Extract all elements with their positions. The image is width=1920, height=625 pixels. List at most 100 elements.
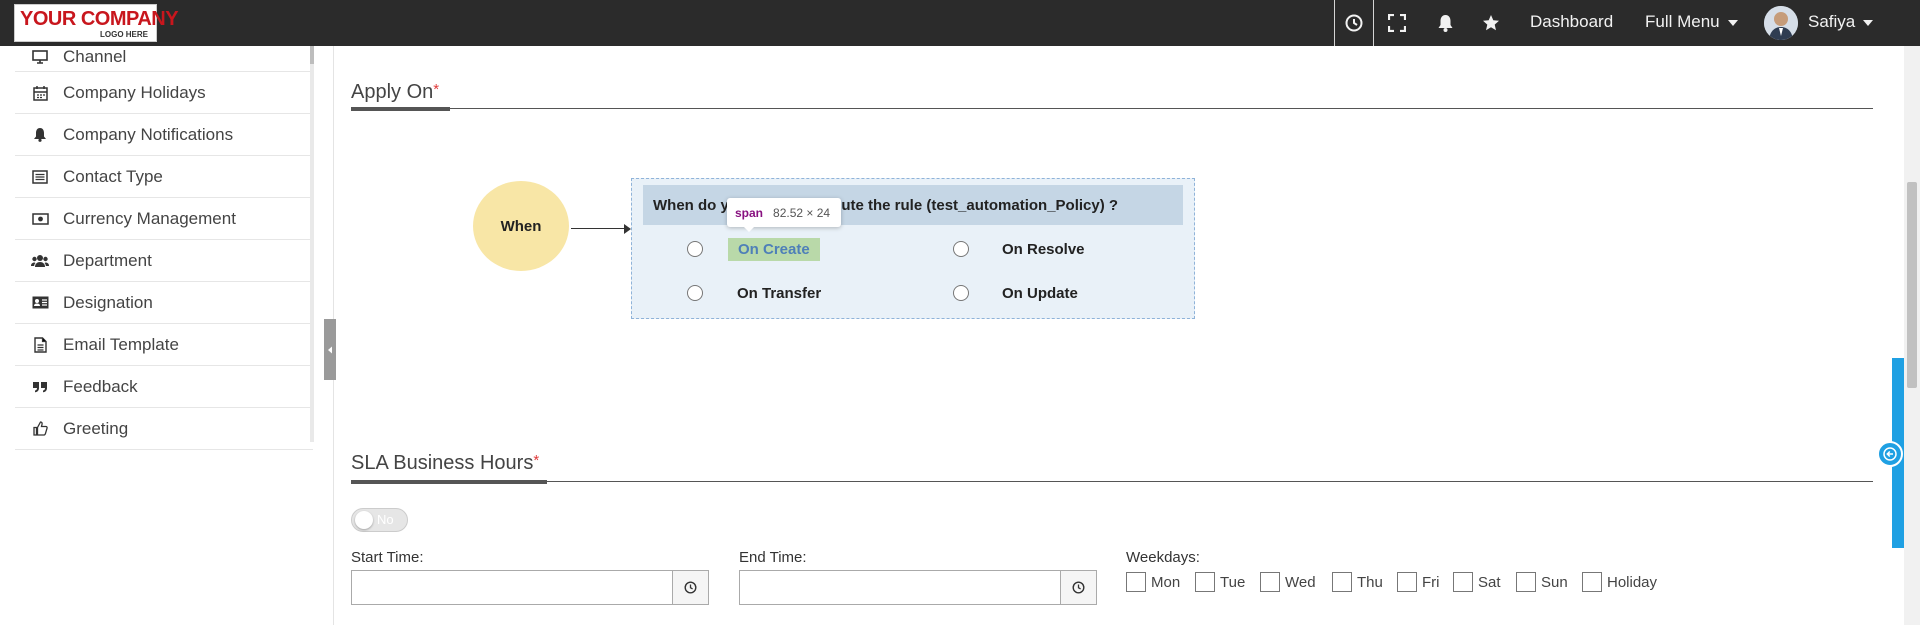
sidebar-item-label: Company Holidays (63, 82, 206, 102)
monitor-icon (31, 48, 49, 66)
sidebar-menu: Channel Company Holidays Company Notific… (15, 42, 313, 450)
sla-toggle[interactable]: No (351, 508, 408, 532)
sidebar-item-contact-type[interactable]: Contact Type (15, 156, 313, 198)
money-icon (31, 210, 49, 228)
chevron-down-icon (1863, 19, 1874, 26)
sidebar-item-label: Greeting (63, 418, 129, 438)
star-icon[interactable] (1480, 12, 1502, 34)
section-title-underline (351, 107, 450, 111)
page-scrollbar-thumb[interactable] (1907, 182, 1917, 388)
apply-on-title-text: Apply On (351, 81, 434, 103)
sidebar-item-designation[interactable]: Designation (15, 282, 313, 324)
rule-question: When do you want to execute the rule (te… (653, 196, 1119, 214)
flow-arrow (571, 228, 628, 229)
navbar-separator (1334, 0, 1335, 46)
navbar-separator (1373, 0, 1374, 46)
end-time-input[interactable] (739, 570, 1061, 605)
checkbox[interactable] (1126, 572, 1146, 592)
option-on-transfer[interactable]: On Transfer (737, 285, 821, 302)
thumbs-up-icon (31, 420, 49, 438)
logo-subtext: LOGO HERE (99, 30, 148, 39)
option-on-update[interactable]: On Update (1002, 285, 1078, 302)
sidebar-item-channel[interactable]: Channel (15, 42, 313, 72)
radio-on-create[interactable] (687, 241, 703, 257)
weekday-mon-checkbox[interactable]: Mon (1126, 572, 1180, 592)
full-menu-dropdown[interactable]: Full Menu (1645, 12, 1738, 32)
weekday-label: Fri (1422, 573, 1440, 591)
rule-question-header: When do you want to execute the rule (te… (643, 185, 1183, 225)
sidebar: Channel Company Holidays Company Notific… (0, 46, 334, 625)
toggle-knob (355, 511, 373, 529)
sidebar-item-label: Currency Management (63, 208, 236, 228)
sidebar-scrollbar[interactable] (310, 46, 314, 442)
sidebar-item-currency-management[interactable]: Currency Management (15, 198, 313, 240)
side-panel-toggle-button[interactable] (1877, 441, 1903, 467)
weekdays-label: Weekdays: (1126, 549, 1200, 566)
sidebar-scrollbar-thumb[interactable] (310, 46, 314, 64)
weekday-sat-checkbox[interactable]: Sat (1453, 572, 1501, 592)
sla-title-text: SLA Business Hours (351, 452, 534, 474)
logo-text: YOUR COMPANY (20, 8, 179, 30)
id-card-icon (31, 294, 49, 312)
avatar[interactable] (1764, 6, 1798, 40)
sidebar-item-email-template[interactable]: Email Template (15, 324, 313, 366)
tooltip-size: 82.52 × 24 (773, 205, 831, 220)
required-mark: * (433, 81, 440, 98)
fullscreen-icon[interactable] (1386, 12, 1408, 34)
bell-icon[interactable] (1434, 12, 1456, 34)
radio-on-transfer[interactable] (687, 285, 703, 301)
sidebar-item-label: Channel (63, 46, 127, 66)
sidebar-item-company-holidays[interactable]: Company Holidays (15, 72, 313, 114)
weekday-label: Tue (1220, 573, 1246, 591)
tooltip-tag: span (735, 205, 764, 220)
weekday-label: Thu (1357, 573, 1383, 591)
radio-on-update[interactable] (953, 285, 969, 301)
dashboard-link[interactable]: Dashboard (1530, 12, 1613, 32)
weekday-label: Sun (1541, 573, 1568, 591)
sidebar-item-company-notifications[interactable]: Company Notifications (15, 114, 313, 156)
sidebar-item-greeting[interactable]: Greeting (15, 408, 313, 450)
checkbox[interactable] (1332, 572, 1352, 592)
bell-icon (31, 126, 49, 144)
checkbox[interactable] (1397, 572, 1417, 592)
users-icon (31, 252, 49, 270)
weekday-holiday-checkbox[interactable]: Holiday (1582, 572, 1657, 592)
option-on-resolve[interactable]: On Resolve (1002, 241, 1085, 258)
checkbox[interactable] (1516, 572, 1536, 592)
calendar-icon (31, 84, 49, 102)
weekday-fri-checkbox[interactable]: Fri (1397, 572, 1440, 592)
sidebar-item-label: Company Notifications (63, 124, 234, 144)
user-menu-dropdown[interactable]: Safiya (1808, 12, 1874, 32)
sidebar-item-department[interactable]: Department (15, 240, 313, 282)
sidebar-item-label: Department (63, 250, 152, 270)
clock-icon (1072, 581, 1085, 594)
quote-icon (31, 378, 49, 396)
arrow-right-icon (624, 224, 631, 234)
sidebar-item-feedback[interactable]: Feedback (15, 366, 313, 408)
when-label: When (500, 217, 542, 235)
company-logo[interactable]: YOUR COMPANY LOGO HERE (14, 4, 179, 42)
start-time-picker-button[interactable] (672, 570, 709, 605)
file-icon (31, 336, 49, 354)
sidebar-collapse-handle[interactable] (324, 319, 336, 380)
start-time-input[interactable] (351, 570, 673, 605)
checkbox[interactable] (1260, 572, 1280, 592)
end-time-picker-button[interactable] (1060, 570, 1097, 605)
history-icon[interactable] (1343, 12, 1365, 34)
checkbox[interactable] (1195, 572, 1215, 592)
weekday-wed-checkbox[interactable]: Wed (1260, 572, 1316, 592)
weekday-sun-checkbox[interactable]: Sun (1516, 572, 1568, 592)
section-title-underline (351, 480, 547, 484)
weekday-thu-checkbox[interactable]: Thu (1332, 572, 1383, 592)
sidebar-item-label: Feedback (63, 376, 138, 396)
option-on-create[interactable]: On Create (728, 238, 820, 261)
weekday-tue-checkbox[interactable]: Tue (1195, 572, 1245, 592)
start-time-label: Start Time: (351, 549, 424, 566)
checkbox[interactable] (1582, 572, 1602, 592)
user-name: Safiya (1808, 12, 1856, 31)
page-scrollbar[interactable] (1904, 46, 1920, 625)
radio-on-resolve[interactable] (953, 241, 969, 257)
checkbox[interactable] (1453, 572, 1473, 592)
sidebar-item-label: Email Template (63, 334, 179, 354)
end-time-label: End Time: (739, 549, 807, 566)
